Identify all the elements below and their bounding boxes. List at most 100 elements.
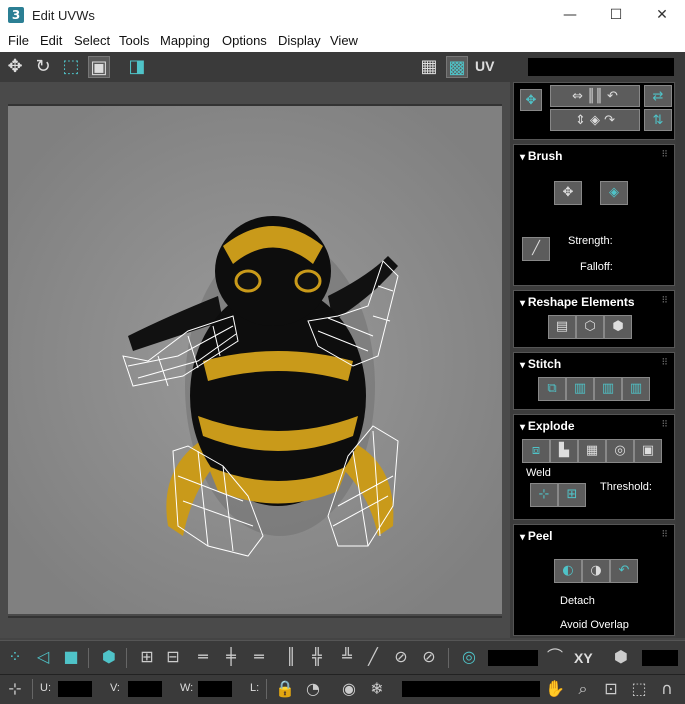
affect-icon[interactable]: ⬢ [610,646,632,668]
flatten-icon[interactable]: ◎ [606,439,634,463]
detach-checkbox-label[interactable]: Detach [560,595,595,607]
align-icon[interactable]: ✥ [520,89,542,111]
break-icon[interactable]: ⧈ [522,439,550,463]
panel-scrollbar[interactable] [676,82,685,638]
align-vertical-icon[interactable]: ⇕ ◈ ↷ [550,109,640,131]
scale-icon[interactable]: ⬚ [60,56,82,78]
mirror-icon[interactable]: ◨ [126,56,148,78]
lock-icon[interactable]: 🔒 [274,678,296,700]
uv-viewport[interactable] [0,82,510,638]
avoid-overlap-checkbox-label[interactable]: Avoid Overlap [560,619,629,631]
relax-settings-icon[interactable]: ⬢ [604,315,632,339]
reshape-elements-rollout: Reshape Elements ⠿ ▤ ⬡ ⬢ [513,290,675,348]
minimize-button[interactable]: — [547,0,593,30]
explode-by-material-icon[interactable]: ▦ [578,439,606,463]
hide-icon[interactable]: ◔ [302,678,324,700]
freeform-icon[interactable]: ▣ [88,56,110,78]
stitch-to-target-icon[interactable]: ▥ [622,377,650,401]
menu-edit[interactable]: Edit [40,33,62,48]
w-value-field[interactable] [198,681,232,697]
w-label: W: [180,682,194,694]
texture-dropdown[interactable] [528,58,674,76]
menu-bar: File Edit Select Tools Mapping Options D… [0,30,685,53]
grow-selection-icon[interactable]: ⊞ [136,646,158,668]
show-icon[interactable]: ◉ [338,678,360,700]
shrink-brush-icon[interactable]: ⊘ [418,646,440,668]
v-value-field[interactable] [128,681,162,697]
maximize-button[interactable]: ☐ [593,0,639,30]
menu-tools[interactable]: Tools [119,33,149,48]
ring-icon[interactable]: ═ [192,646,214,668]
snap-icon[interactable]: ∩ [656,678,678,700]
space-vertical-icon[interactable]: ⇅ [644,109,672,131]
align-horizontal-icon[interactable]: ⇔ ║║ ↶ [550,85,640,107]
select-element-icon[interactable]: ⬢ [98,646,120,668]
u-label: U: [40,682,51,694]
u-value-field[interactable] [58,681,92,697]
stitch-title[interactable]: Stitch [520,357,561,371]
pan-icon[interactable]: ✋ [544,678,566,700]
stitch-custom-icon[interactable]: ⧉ [538,377,566,401]
brush-title[interactable]: Brush [520,149,563,163]
peel-title[interactable]: Peel [520,529,553,543]
grip-icon: ⠿ [661,150,668,160]
falloff-curve-icon[interactable]: ⌒ [544,646,566,668]
shrink-loop-icon[interactable]: ╩ [336,646,358,668]
checker-pattern-icon[interactable]: ▦ [418,56,440,78]
transform-mode-icon[interactable]: ⊹ [4,678,26,700]
soft-selection-icon[interactable]: ◎ [458,646,480,668]
relax-icon[interactable]: ⬡ [576,315,604,339]
menu-mapping[interactable]: Mapping [160,33,210,48]
menu-view[interactable]: View [330,33,358,48]
menu-display[interactable]: Display [278,33,321,48]
filter-field[interactable] [402,681,540,697]
stitch-rollout: Stitch ⠿ ⧉ ▥ ▥ ▥ [513,352,675,410]
reset-peel-icon[interactable]: ↶ [610,559,638,583]
texture-map-icon[interactable]: ▩ [446,56,468,78]
select-vertex-icon[interactable]: ⁘ [4,646,26,668]
quick-transform-rollout: ✥ ⇔ ║║ ↶ ⇕ ◈ ↷ ⇄ ⇅ [513,82,675,140]
menu-file[interactable]: File [8,33,29,48]
grip-icon: ⠿ [661,358,668,368]
explode-by-smoothing-icon[interactable]: ▙ [550,439,578,463]
weld-selected-icon[interactable]: ⊹ [530,483,558,507]
grip-icon: ⠿ [661,296,668,306]
falloff-value-field[interactable] [488,650,538,666]
loop-icon[interactable]: ═ [248,646,270,668]
menu-select[interactable]: Select [74,33,110,48]
straighten-icon[interactable]: ▤ [548,315,576,339]
reshape-title[interactable]: Reshape Elements [520,295,635,309]
stitch-average-icon[interactable]: ▥ [594,377,622,401]
unfold-icon[interactable]: ▣ [634,439,662,463]
shrink-selection-icon[interactable]: ⊟ [162,646,184,668]
explode-title[interactable]: Explode [520,419,575,433]
select-edge-icon[interactable]: ◁ [32,646,54,668]
peel-mode-icon[interactable]: ◑ [582,559,610,583]
brush-falloff-icon[interactable]: ╱ [522,237,550,261]
stitch-to-source-icon[interactable]: ▥ [566,377,594,401]
uv-canvas[interactable] [8,106,502,614]
paint-select-icon[interactable]: ╱ [362,646,384,668]
weld-all-icon[interactable]: ⊞ [558,483,586,507]
menu-options[interactable]: Options [222,33,267,48]
falloff-label: Falloff: [580,261,613,273]
relax-brush-icon[interactable]: ◈ [600,181,628,205]
close-button[interactable]: ✕ [639,0,685,30]
separator [32,679,33,699]
enlarge-brush-icon[interactable]: ⊘ [390,646,412,668]
xy-label[interactable]: XY [574,650,593,666]
grow-loop-icon[interactable]: ╬ [306,646,328,668]
move-icon[interactable]: ✥ [4,56,26,78]
rotate-icon[interactable]: ↻ [32,56,54,78]
select-face-icon[interactable]: ■ [60,646,82,668]
edge-loop-icon[interactable]: ║ [280,646,302,668]
space-horizontal-icon[interactable]: ⇄ [644,85,672,107]
zoom-icon[interactable]: ⌕ [572,678,594,700]
grow-ring-icon[interactable]: ╪ [220,646,242,668]
quick-peel-icon[interactable]: ◐ [554,559,582,583]
paint-move-icon[interactable]: ✥ [554,181,582,205]
zoom-region-icon[interactable]: ⊡ [600,678,622,700]
zoom-extents-icon[interactable]: ⬚ [628,678,650,700]
freeze-icon[interactable]: ❄ [366,678,388,700]
limit-value-field[interactable] [642,650,678,666]
